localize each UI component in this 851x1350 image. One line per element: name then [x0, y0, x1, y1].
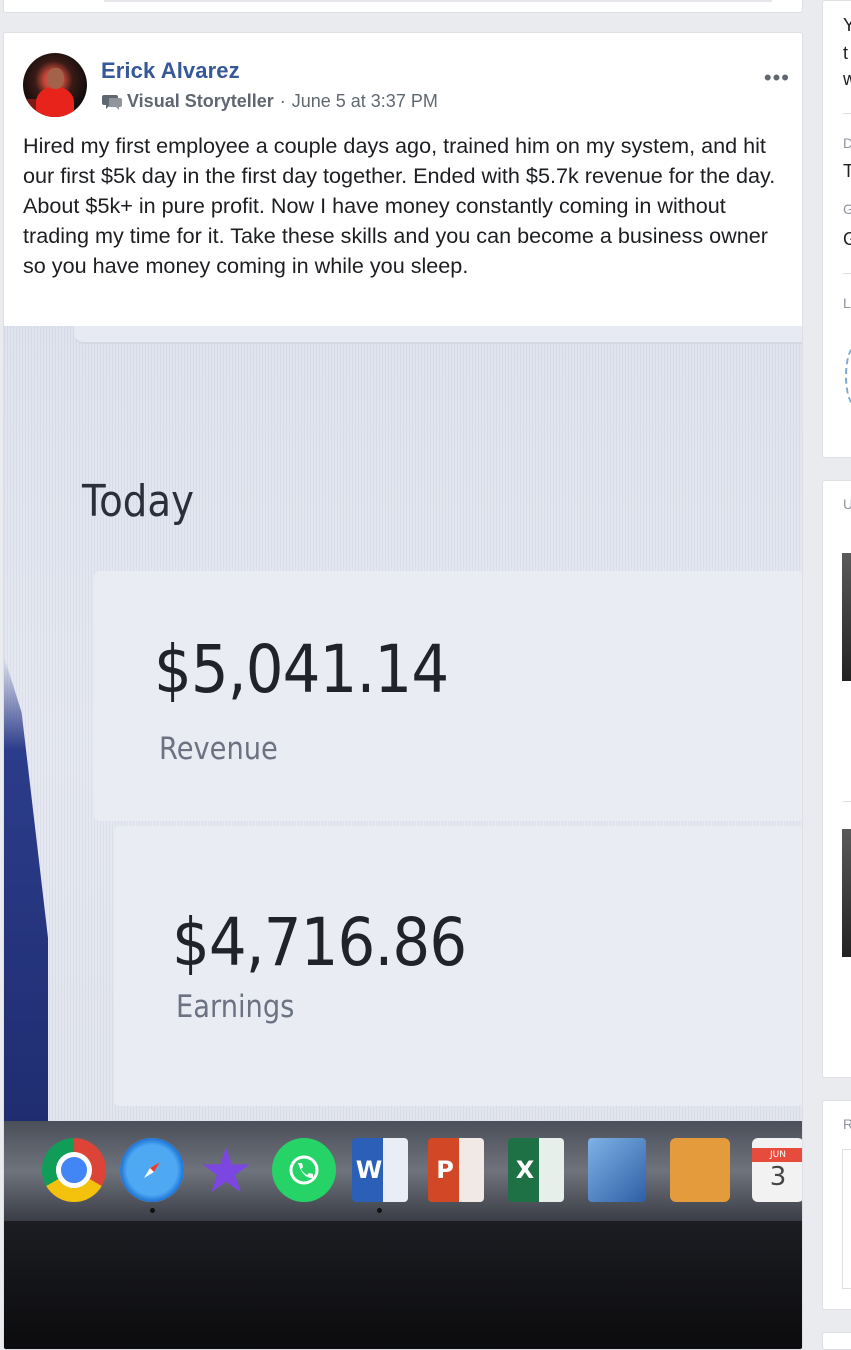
visual-storyteller-badge-icon: [102, 94, 122, 110]
earnings-amount: $4,716.86: [172, 904, 467, 981]
preview-icon: [588, 1138, 646, 1202]
post-header: Erick Alvarez Visual Storyteller · June …: [23, 53, 802, 123]
compass-needle-icon: [144, 1162, 160, 1178]
author-avatar[interactable]: [23, 53, 87, 117]
sidebar-text-5: T: [843, 161, 851, 182]
calendar-day: 3: [769, 1162, 787, 1192]
photo-screen-edge: [4, 656, 48, 1126]
avatar-jacket: [36, 87, 74, 117]
earnings-label: Earnings: [176, 989, 295, 1025]
author-name[interactable]: Erick Alvarez: [101, 58, 240, 84]
safari-running-dot: [150, 1208, 155, 1213]
photo-screen-topbar: [74, 326, 802, 344]
sidebar-separator: [843, 801, 851, 802]
photo-screen-bezel: [4, 1221, 802, 1349]
whatsapp-icon: [272, 1138, 336, 1202]
sidebar-text-1: Y: [843, 15, 851, 36]
sidebar-card-1: Y t w D T G G L: [822, 0, 851, 458]
powerpoint-icon: P: [428, 1138, 484, 1202]
revenue-amount: $5,041.14: [154, 631, 449, 708]
revenue-label: Revenue: [159, 731, 278, 767]
feed-post: Erick Alvarez Visual Storyteller · June …: [3, 32, 803, 1350]
word-running-dot: [377, 1208, 382, 1213]
calendar-icon: JUN 3: [752, 1138, 802, 1202]
imovie-star-icon: ★: [198, 1133, 254, 1207]
calendar-month: JUN: [752, 1148, 802, 1162]
author-badge-label[interactable]: Visual Storyteller: [127, 91, 274, 112]
previous-post-divider: [104, 0, 772, 2]
sidebar-text-7: G: [843, 229, 851, 250]
post-photo[interactable]: Today $5,041.14 Revenue $4,716.86 Earnin…: [4, 326, 802, 1349]
post-meta: Visual Storyteller · June 5 at 3:37 PM: [101, 91, 438, 112]
notes-icon: [670, 1138, 730, 1202]
sidebar-card-2: U: [822, 480, 851, 1078]
safari-icon: [120, 1138, 184, 1202]
chrome-icon: [42, 1138, 106, 1202]
word-icon: W: [352, 1138, 408, 1202]
word-letter: W: [355, 1156, 383, 1184]
more-options-icon[interactable]: •••: [764, 67, 790, 89]
sidebar-separator: [843, 273, 851, 274]
sidebar-separator: [843, 113, 851, 114]
sidebar-text-4: D: [843, 135, 851, 151]
sidebar-section-title: R: [843, 1116, 851, 1132]
sidebar-thumbnail[interactable]: [842, 553, 851, 681]
sidebar-thumbnail[interactable]: [842, 829, 851, 957]
powerpoint-letter: P: [436, 1156, 454, 1184]
sidebar-text-6: G: [843, 201, 851, 217]
sidebar-loading-ring: [845, 346, 851, 406]
avatar-head: [47, 68, 64, 89]
excel-letter: X: [515, 1156, 535, 1184]
sidebar-text-8: L: [843, 295, 851, 311]
excel-icon: X: [508, 1138, 564, 1202]
sidebar-card-4: [822, 1332, 851, 1350]
sidebar-text-2: t: [843, 43, 849, 63]
sidebar-text-3: w: [843, 69, 851, 90]
post-text: Hired my first employee a couple days ag…: [23, 133, 776, 278]
meta-separator: ·: [279, 91, 286, 111]
photo-heading-today: Today: [82, 476, 194, 527]
previous-post-card: [3, 0, 803, 13]
sidebar-box: [842, 1149, 851, 1289]
post-timestamp[interactable]: June 5 at 3:37 PM: [292, 91, 438, 112]
phone-glyph-icon: [289, 1155, 319, 1185]
sidebar-card-3: R: [822, 1100, 851, 1310]
sidebar-section-title: U: [843, 496, 851, 512]
